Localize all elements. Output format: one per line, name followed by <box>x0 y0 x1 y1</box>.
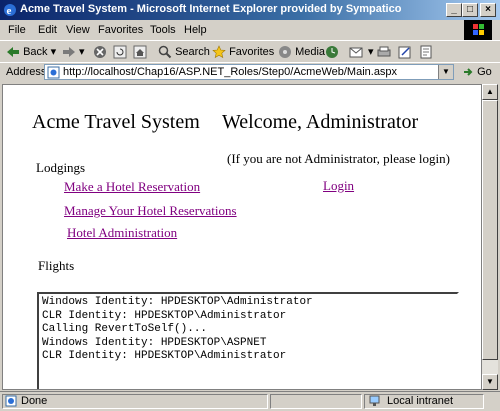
status-main-cell: Done <box>2 394 268 409</box>
back-arrow-icon <box>7 47 19 58</box>
address-label: Address <box>6 66 47 78</box>
search-icon <box>158 45 172 59</box>
edit-page-icon <box>398 46 411 59</box>
menu-bar: File Edit View Favorites Tools Help <box>0 20 500 40</box>
address-dropdown-button[interactable]: ▼ <box>438 65 453 79</box>
print-button[interactable] <box>377 44 391 60</box>
menu-view[interactable]: View <box>66 24 90 36</box>
search-button[interactable]: Search <box>158 44 210 60</box>
close-button[interactable]: × <box>480 3 496 17</box>
output-line: CLR Identity: HPDESKTOP\Administrator <box>42 309 287 322</box>
stop-icon <box>94 46 106 59</box>
welcome-heading: Welcome, Administrator <box>222 111 419 133</box>
windows-logo-icon <box>464 20 492 40</box>
search-label: Search <box>175 46 210 58</box>
menu-favorites[interactable]: Favorites <box>98 24 143 36</box>
refresh-icon <box>113 45 127 59</box>
output-line: Windows Identity: HPDESKTOP\ASPNET <box>42 336 267 349</box>
window-title: Acme Travel System - Microsoft Internet … <box>20 3 402 15</box>
forward-arrow-icon <box>63 47 75 58</box>
login-link[interactable]: Login <box>323 178 354 194</box>
address-url: http://localhost/Chap16/ASP.NET_Roles/St… <box>63 66 398 78</box>
edit-button[interactable] <box>398 44 412 60</box>
login-note: (If you are not Administrator, please lo… <box>227 151 450 166</box>
site-title: Acme Travel System <box>32 111 200 133</box>
discuss-icon <box>420 45 432 59</box>
home-icon <box>133 45 147 59</box>
vertical-scrollbar[interactable]: ▲ ▼ <box>482 84 498 390</box>
svg-text:e: e <box>7 5 12 17</box>
scroll-up-button[interactable]: ▲ <box>482 84 498 100</box>
menu-file[interactable]: File <box>8 24 26 36</box>
media-icon <box>279 46 291 59</box>
mail-icon <box>349 47 363 58</box>
stop-button[interactable] <box>93 44 107 60</box>
history-button[interactable] <box>325 44 339 60</box>
discuss-button[interactable] <box>419 44 433 60</box>
scroll-down-button[interactable]: ▼ <box>482 374 498 390</box>
home-button[interactable] <box>133 44 147 60</box>
history-icon <box>326 46 338 59</box>
local-intranet-icon <box>369 395 380 406</box>
output-line: Calling RevertToSelf()... <box>42 323 208 335</box>
refresh-button[interactable] <box>113 44 127 60</box>
make-reservation-link[interactable]: Make a Hotel Reservation <box>64 179 200 195</box>
hotel-administration-link[interactable]: Hotel Administration <box>67 225 177 241</box>
flights-heading: Flights <box>38 258 75 273</box>
status-progress-cell <box>270 394 362 409</box>
page-viewport[interactable]: Acme Travel System Welcome, Administrato… <box>2 84 482 390</box>
printer-icon <box>377 46 391 57</box>
back-label: Back <box>23 46 48 58</box>
window-title-bar[interactable]: e Acme Travel System - Microsoft Interne… <box>0 0 500 20</box>
address-bar: Address http://localhost/Chap16/ASP.NET_… <box>0 62 500 82</box>
page-icon <box>47 66 60 79</box>
scroll-thumb[interactable] <box>482 100 498 360</box>
mail-button[interactable]: ▾ <box>349 44 374 60</box>
manage-reservations-link[interactable]: Manage Your Hotel Reservations <box>64 203 237 219</box>
zone-text: Local intranet <box>387 395 454 407</box>
status-zone-cell: Local intranet <box>364 394 484 409</box>
menu-edit[interactable]: Edit <box>38 24 57 36</box>
maximize-button[interactable]: □ <box>462 3 478 17</box>
media-label: Media <box>295 46 326 58</box>
output-line: CLR Identity: HPDESKTOP\Administrator <box>42 350 287 362</box>
media-button[interactable]: Media <box>278 44 325 60</box>
menu-tools[interactable]: Tools <box>150 24 176 36</box>
page-done-icon <box>5 395 17 407</box>
ie-logo-icon: e <box>4 4 16 17</box>
minimize-button[interactable]: _ <box>446 3 462 17</box>
go-button[interactable]: Go <box>462 66 492 78</box>
identity-output-box[interactable]: Windows Identity: HPDESKTOP\Administrato… <box>37 292 459 389</box>
favorites-button[interactable]: Favorites <box>212 44 274 60</box>
go-label: Go <box>477 66 492 78</box>
back-button[interactable]: Back ▾ <box>6 44 56 60</box>
address-input[interactable]: http://localhost/Chap16/ASP.NET_Roles/St… <box>44 64 454 80</box>
favorites-label: Favorites <box>229 46 275 58</box>
status-bar: Done Local intranet <box>0 391 500 411</box>
go-arrow-icon <box>464 68 473 76</box>
forward-button[interactable]: ▾ <box>62 44 85 60</box>
favorites-star-icon <box>212 45 226 59</box>
standard-toolbar: Back ▾ ▾ Search Favorites Media ▾ <box>0 40 500 62</box>
menu-help[interactable]: Help <box>184 24 207 36</box>
lodgings-heading: Lodgings <box>36 160 86 175</box>
output-line: Windows Identity: HPDESKTOP\Administrato… <box>42 296 313 308</box>
status-text: Done <box>21 395 48 407</box>
